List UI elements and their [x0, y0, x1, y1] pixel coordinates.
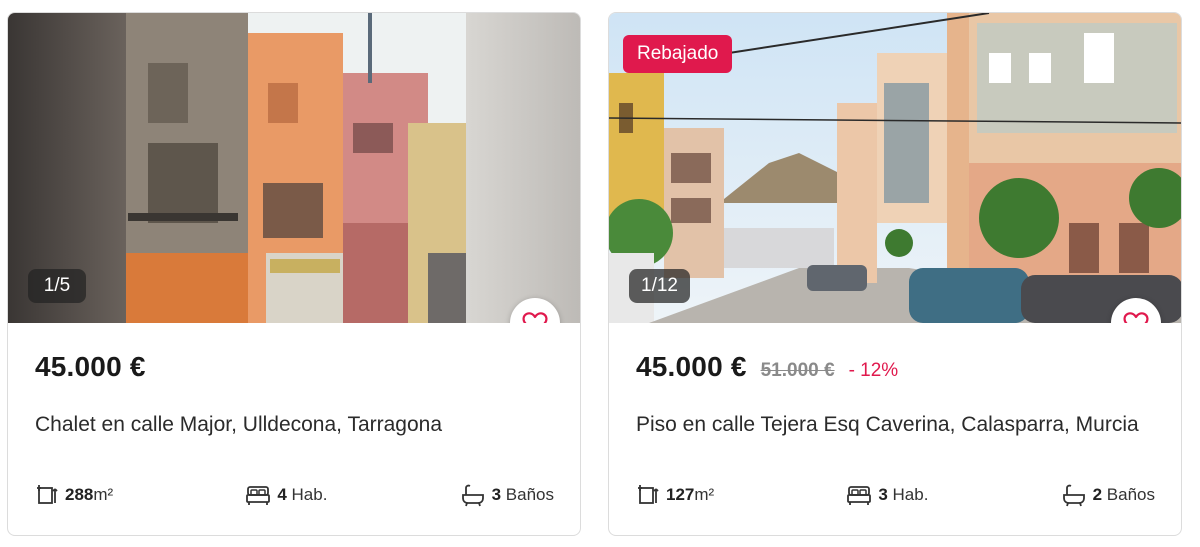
listing-photo[interactable]: Rebajado 1/12: [609, 13, 1181, 323]
area-icon: [37, 485, 58, 504]
listing-card[interactable]: 1/5 45.000 € Chalet en calle Major, Ulld…: [7, 12, 581, 536]
discount-badge: Rebajado: [623, 35, 733, 73]
feature-rooms: 3 Hab.: [846, 483, 928, 507]
rooms-value: 4: [277, 485, 287, 504]
image-counter: 1/5: [28, 269, 86, 303]
feature-area: 127m²: [636, 483, 714, 507]
area-value: 288: [65, 485, 94, 504]
feature-rooms: 4 Hab.: [245, 483, 327, 507]
baths-value: 2: [1092, 485, 1103, 504]
price: 45.000 €: [636, 351, 747, 382]
features-row: 288m² 4 Hab. 3 Baños: [35, 481, 554, 509]
bed-icon: [847, 486, 872, 505]
listing-photo[interactable]: 1/5: [8, 13, 580, 323]
area-value: 127: [666, 485, 695, 504]
image-counter: 1/12: [629, 269, 690, 303]
old-price: 51.000 €: [760, 360, 835, 381]
price: 45.000 €: [35, 351, 146, 382]
listing-card[interactable]: Rebajado 1/12 45.000 € 51.000 € - 12% Pi…: [608, 12, 1182, 536]
listing-title[interactable]: Piso en calle Tejera Esq Caverina, Calas…: [636, 413, 1139, 437]
area-unit: m²: [93, 485, 114, 504]
price-row: 45.000 €: [35, 351, 146, 383]
feature-baths: 3 Baños: [460, 483, 554, 507]
rooms-unit: Hab.: [291, 485, 328, 504]
bed-icon: [246, 486, 271, 505]
area-unit: m²: [694, 485, 715, 504]
bathtub-icon: [1062, 484, 1085, 507]
baths-value: 3: [491, 485, 502, 504]
baths-unit: Baños: [505, 485, 554, 504]
heart-outline-icon: [522, 312, 548, 323]
price-row: 45.000 € 51.000 € - 12%: [636, 351, 898, 383]
feature-area: 288m²: [35, 483, 113, 507]
rooms-unit: Hab.: [892, 485, 929, 504]
heart-outline-icon: [1123, 312, 1149, 323]
rooms-value: 3: [878, 485, 888, 504]
listing-title[interactable]: Chalet en calle Major, Ulldecona, Tarrag…: [35, 413, 442, 437]
area-icon: [638, 485, 659, 504]
feature-baths: 2 Baños: [1061, 483, 1155, 507]
discount-percent: - 12%: [848, 360, 899, 381]
bathtub-icon: [461, 484, 484, 507]
baths-unit: Baños: [1106, 485, 1155, 504]
features-row: 127m² 3 Hab. 2 Baños: [636, 481, 1155, 509]
